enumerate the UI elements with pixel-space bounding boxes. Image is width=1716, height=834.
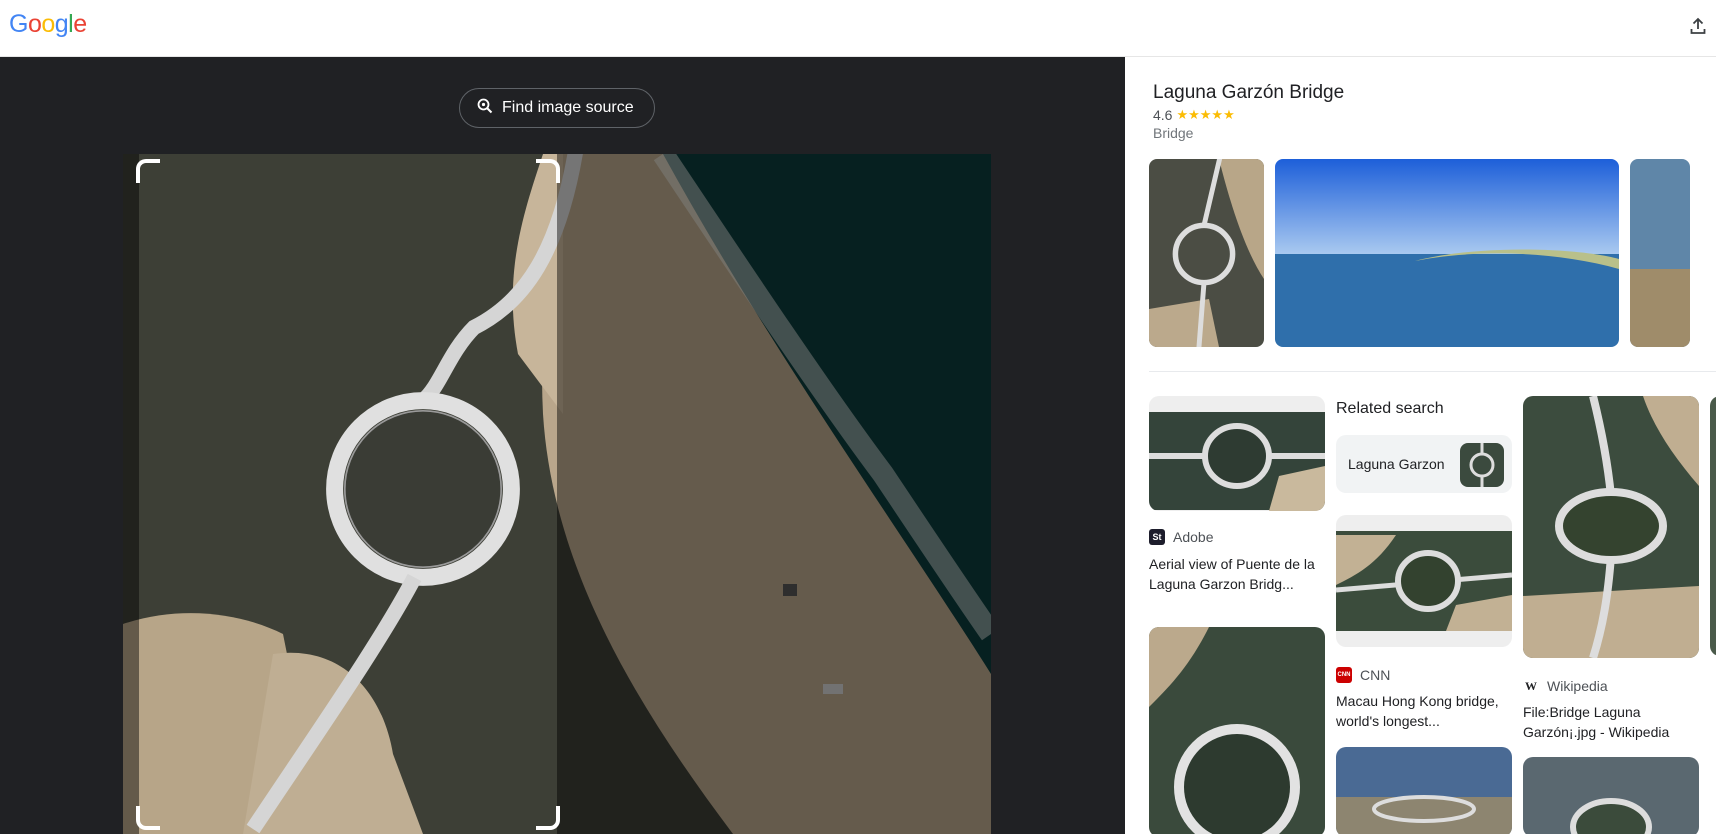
entity-type: Bridge [1153, 125, 1194, 141]
uploaded-image[interactable] [123, 154, 991, 834]
result-caption[interactable]: Macau Hong Kong bridge, world's longest.… [1336, 691, 1511, 731]
result-source[interactable]: W Wikipedia [1523, 678, 1608, 694]
find-image-source-label: Find image source [502, 99, 634, 116]
entity-image-3[interactable] [1630, 159, 1690, 347]
result-source[interactable]: St Adobe [1149, 529, 1213, 545]
logo-letter: e [73, 10, 87, 38]
result-image[interactable] [1149, 396, 1325, 511]
adobe-stock-logo-icon: St [1149, 529, 1165, 545]
results-panel: Laguna Garzón Bridge 4.6 ★★★★★ Bridge St… [1125, 57, 1716, 834]
crop-handle-bottom-left[interactable] [136, 806, 160, 830]
result-source[interactable]: CNN CNN [1336, 667, 1390, 683]
result-caption[interactable]: Aerial view of Puente de la Laguna Garzo… [1149, 554, 1324, 594]
crop-selection-box[interactable] [136, 159, 560, 830]
result-image[interactable] [1710, 396, 1716, 656]
crop-handle-top-left[interactable] [136, 159, 160, 183]
crop-handle-bottom-right[interactable] [536, 806, 560, 830]
logo-letter: g [54, 10, 69, 38]
lens-search-icon [476, 97, 494, 120]
related-search-title: Related search [1336, 400, 1444, 417]
result-image[interactable] [1336, 747, 1512, 834]
result-source-name: Wikipedia [1547, 678, 1608, 694]
google-logo[interactable]: Google [9, 10, 87, 39]
find-image-source-button[interactable]: Find image source [459, 88, 655, 128]
result-image[interactable] [1336, 515, 1512, 647]
result-caption[interactable]: File:Bridge Laguna Garzón¡.jpg - Wikiped… [1523, 702, 1698, 742]
upload-share-icon[interactable] [1688, 16, 1708, 36]
rating-stars-icon: ★★★★★ [1176, 107, 1235, 122]
cnn-logo-icon: CNN [1336, 667, 1352, 683]
top-bar: Google [0, 0, 1716, 57]
related-search-label: Laguna Garzon [1348, 456, 1445, 472]
crop-handle-top-right[interactable] [536, 159, 560, 183]
related-search-thumbnail [1460, 443, 1504, 487]
logo-letter: o [27, 10, 42, 38]
unselected-overlay [123, 154, 139, 834]
rating-value: 4.6 [1153, 107, 1173, 123]
result-image[interactable] [1523, 757, 1699, 834]
knowledge-panel-title[interactable]: Laguna Garzón Bridge [1153, 82, 1344, 104]
rating-row: 4.6 ★★★★★ [1153, 107, 1235, 123]
result-image[interactable] [1523, 396, 1699, 658]
lens-image-viewer: Find image source [0, 57, 1125, 834]
entity-image-2[interactable] [1275, 159, 1619, 347]
logo-letter: o [41, 10, 55, 38]
entity-image-1[interactable] [1149, 159, 1264, 347]
result-image[interactable] [1149, 627, 1325, 834]
logo-letter: G [9, 10, 28, 38]
related-search-chip[interactable]: Laguna Garzon [1336, 435, 1512, 493]
section-divider [1149, 371, 1716, 372]
wikipedia-logo-icon: W [1523, 678, 1539, 694]
result-source-name: CNN [1360, 667, 1391, 683]
result-source-name: Adobe [1173, 529, 1214, 545]
unselected-overlay [557, 154, 991, 834]
